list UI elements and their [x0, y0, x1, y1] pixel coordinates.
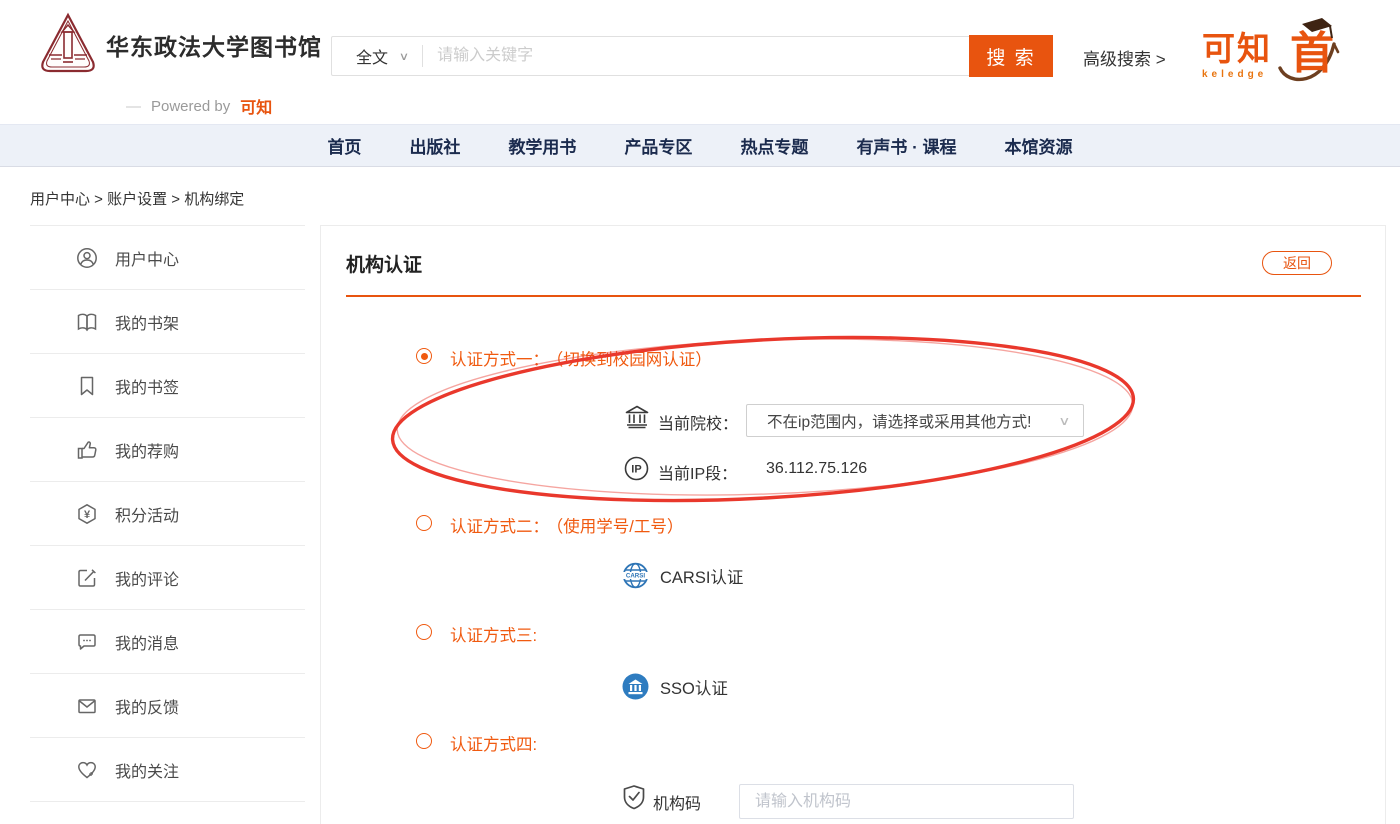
- svg-text:CARSI: CARSI: [626, 573, 646, 580]
- institution-icon: [624, 404, 650, 430]
- heart-plus-icon: [76, 759, 98, 781]
- radio-auth-method-3[interactable]: [416, 624, 432, 640]
- search-scope-value: 全文: [356, 44, 388, 68]
- current-ip-value: 36.112.75.126: [766, 460, 867, 478]
- sidebar-item-user-center[interactable]: 用户中心: [30, 226, 305, 290]
- auth-method-1-note: （切换到校园网认证）: [555, 351, 712, 369]
- sidebar-item-comments[interactable]: 我的评论: [30, 546, 305, 610]
- thumbs-up-icon: [76, 439, 98, 461]
- auth-method-4-label: 认证方式四:: [450, 731, 537, 755]
- auth-method-2-label: 认证方式二： （使用学号/工号）: [450, 513, 683, 537]
- back-button[interactable]: 返回: [1262, 251, 1332, 275]
- svg-text:IP: IP: [631, 464, 641, 476]
- sidebar-item-messages[interactable]: 我的消息: [30, 610, 305, 674]
- sidebar-item-label: 我的书签: [115, 374, 179, 398]
- radio-auth-method-2[interactable]: [416, 515, 432, 531]
- sidebar-item-label: 用户中心: [115, 246, 179, 270]
- search-scope-select[interactable]: 全文 ∨: [332, 44, 408, 68]
- search-button[interactable]: 搜 索: [969, 35, 1053, 77]
- search-bar: 全文 ∨ 搜 索: [331, 36, 1053, 76]
- edit-icon: [76, 567, 98, 589]
- envelope-icon: [76, 695, 98, 717]
- powered-by: — Powered by 可知: [126, 94, 272, 118]
- sidebar-item-label: 我的消息: [115, 630, 179, 654]
- sso-auth-label: SSO认证: [660, 675, 728, 699]
- nav-item-home[interactable]: 首页: [327, 133, 361, 158]
- title-divider: [346, 295, 1361, 297]
- nav-item-publishers[interactable]: 出版社: [409, 133, 460, 158]
- sidebar-item-label: 我的评论: [115, 566, 179, 590]
- chevron-down-icon: ∨: [1058, 414, 1070, 428]
- sidebar-item-feedback[interactable]: 我的反馈: [30, 674, 305, 738]
- keledge-logo: 可知 keledge 首: [1202, 16, 1344, 90]
- sidebar-item-bookmarks[interactable]: 我的书签: [30, 354, 305, 418]
- main-nav: 首页 出版社 教学用书 产品专区 热点专题 有声书 · 课程 本馆资源: [0, 124, 1400, 167]
- org-code-input[interactable]: [739, 784, 1074, 819]
- library-title: 华东政法大学图书馆: [106, 28, 322, 62]
- auth-method-1-text: 认证方式一：: [450, 351, 549, 369]
- advanced-search-link[interactable]: 高级搜索 >: [1083, 45, 1166, 70]
- sidebar-item-label: 我的荐购: [115, 438, 179, 462]
- nav-item-textbooks[interactable]: 教学用书: [508, 133, 576, 158]
- ip-icon: IP: [624, 456, 649, 481]
- carsi-auth-label: CARSI认证: [660, 564, 743, 588]
- sidebar-item-points[interactable]: ¥ 积分活动: [30, 482, 305, 546]
- auth-method-2-note: （使用学号/工号）: [555, 518, 683, 536]
- institution-auth-panel: 机构认证 返回 认证方式一： （切换到校园网认证） 当前院校： 不在ip范围内，请…: [320, 225, 1386, 824]
- nav-item-product-zone[interactable]: 产品专区: [624, 133, 692, 158]
- page-header: 华东政法大学图书馆 — Powered by 可知 全文 ∨ 搜 索 高级搜索 …: [0, 0, 1400, 124]
- powered-by-text: Powered by: [151, 98, 230, 115]
- keledge-logo-cn: 可知: [1202, 32, 1272, 65]
- sidebar-item-follows[interactable]: 我的关注: [30, 738, 305, 802]
- keledge-glyph-icon: 首: [1272, 16, 1344, 90]
- sidebar-item-recommendations[interactable]: 我的荐购: [30, 418, 305, 482]
- svg-text:首: 首: [1290, 28, 1334, 79]
- nav-item-library-resources[interactable]: 本馆资源: [1005, 133, 1073, 158]
- chevron-down-icon: ∨: [399, 50, 409, 63]
- sidebar-item-label: 我的反馈: [115, 694, 179, 718]
- radio-auth-method-1[interactable]: [416, 348, 432, 364]
- user-circle-icon: [76, 247, 98, 269]
- current-ip-label: 当前IP段：: [658, 460, 737, 484]
- current-school-label: 当前院校：: [658, 410, 738, 434]
- carsi-auth-link[interactable]: CARSI CARSI认证: [622, 562, 743, 589]
- radio-auth-method-4[interactable]: [416, 733, 432, 749]
- sidebar-item-label: 积分活动: [115, 502, 179, 526]
- panel-title: 机构认证: [346, 250, 422, 277]
- auth-method-2-text: 认证方式二：: [450, 518, 549, 536]
- university-crest-logo: [36, 12, 100, 83]
- search-input[interactable]: [437, 37, 969, 75]
- auth-method-1-label: 认证方式一： （切换到校园网认证）: [450, 346, 712, 370]
- sidebar-item-label: 我的书架: [115, 310, 179, 334]
- user-center-sidebar: 用户中心 我的书架 我的书签 我的荐购 ¥ 积分活动 我的评论: [30, 225, 305, 824]
- powered-by-brand: 可知: [240, 94, 272, 118]
- bookmark-icon: [76, 375, 98, 397]
- auth-method-3-label: 认证方式三:: [450, 622, 537, 646]
- breadcrumb[interactable]: 用户中心 > 账户设置 > 机构绑定: [30, 188, 244, 209]
- nav-item-audiobooks-courses[interactable]: 有声书 · 课程: [856, 133, 956, 158]
- svg-text:¥: ¥: [84, 509, 91, 521]
- carsi-globe-icon: CARSI: [622, 562, 649, 589]
- sso-icon: [622, 673, 649, 700]
- auth-method-3-text: 认证方式三:: [450, 627, 537, 645]
- org-code-label: 机构码: [653, 790, 701, 814]
- powered-by-dash: —: [126, 98, 141, 115]
- current-school-dropdown[interactable]: 不在ip范围内，请选择或采用其他方式! ∨: [746, 404, 1084, 437]
- search-divider: [422, 45, 423, 67]
- nav-item-hot-topics[interactable]: 热点专题: [740, 133, 808, 158]
- message-bubble-icon: [76, 631, 98, 653]
- current-school-value: 不在ip范围内，请选择或采用其他方式!: [767, 410, 1060, 432]
- sidebar-item-label: 我的关注: [115, 758, 179, 782]
- auth-method-4-text: 认证方式四:: [450, 736, 537, 754]
- sidebar-item-bookshelf[interactable]: 我的书架: [30, 290, 305, 354]
- points-yen-icon: ¥: [76, 503, 98, 525]
- sso-auth-link[interactable]: SSO认证: [622, 673, 728, 700]
- keledge-logo-en: keledge: [1202, 69, 1272, 80]
- shield-check-icon: [621, 784, 647, 810]
- open-book-icon: [76, 311, 98, 333]
